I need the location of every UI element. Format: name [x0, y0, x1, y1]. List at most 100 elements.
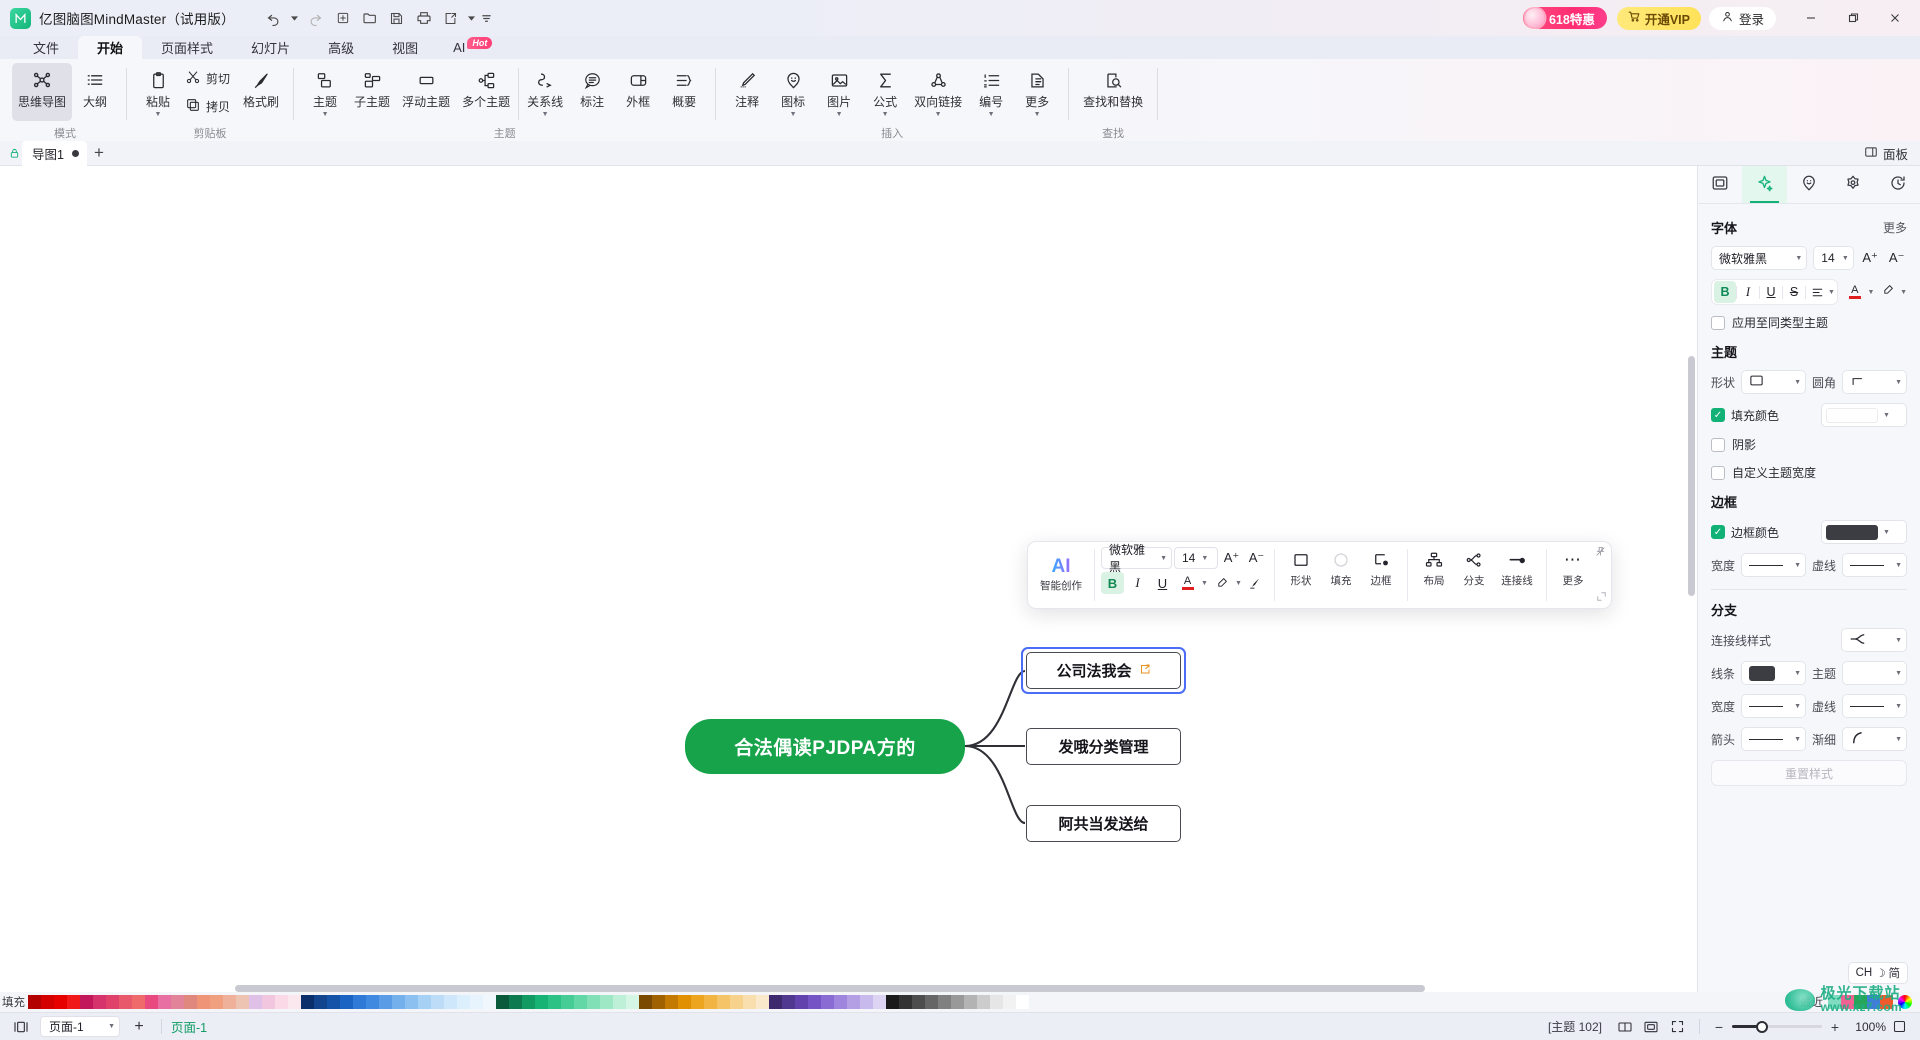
palette-swatch[interactable] [379, 995, 392, 1009]
ribbon-button-bidirectional-link[interactable]: 双向链接 ▼ [908, 63, 968, 121]
palette-swatch[interactable] [249, 995, 262, 1009]
print-icon[interactable] [411, 6, 437, 30]
minimize-button[interactable] [1790, 2, 1832, 34]
palette-swatch[interactable] [1003, 995, 1016, 1009]
color-wheel-icon[interactable] [1898, 995, 1912, 1009]
undo-icon[interactable] [261, 6, 287, 30]
palette-swatch[interactable] [418, 995, 431, 1009]
float-italic-button[interactable]: I [1126, 572, 1149, 594]
float-font-color-button[interactable]: A [1176, 572, 1199, 594]
palette-swatch[interactable] [171, 995, 184, 1009]
float-highlight-button[interactable] [1210, 572, 1233, 594]
palette-swatch[interactable] [535, 995, 548, 1009]
page-select[interactable]: 页面-1 ▼ [40, 1016, 120, 1037]
palette-swatch[interactable] [197, 995, 210, 1009]
palette-swatch[interactable] [704, 995, 717, 1009]
palette-swatch[interactable] [925, 995, 938, 1009]
canvas-horizontal-scroll-thumb[interactable] [235, 985, 1425, 992]
float-fill-button[interactable]: 填充 [1321, 547, 1361, 603]
ribbon-button-boundary[interactable]: 外框 [615, 63, 661, 121]
float-border-button[interactable]: 边框 [1361, 547, 1401, 603]
ribbon-button-numbering[interactable]: 编号 ▼ [968, 63, 1014, 121]
ribbon-button-outline[interactable]: 大纲 [72, 63, 118, 121]
palette-swatch[interactable] [821, 995, 834, 1009]
apply-same-type-row[interactable]: 应用至同类型主题 [1711, 314, 1907, 331]
ribbon-button-copy[interactable]: 拷贝 [181, 93, 237, 119]
chevron-down-icon[interactable]: ▼ [1828, 289, 1835, 296]
numbering-caret-icon[interactable]: ▼ [988, 112, 995, 117]
zoom-in-button[interactable]: + [1829, 1019, 1841, 1035]
ribbon-button-find-replace[interactable]: 查找和替换 [1077, 63, 1149, 121]
canvas-horizontal-scrollbar[interactable] [0, 985, 1697, 992]
zoom-slider-knob[interactable] [1756, 1021, 1768, 1033]
close-button[interactable] [1874, 2, 1916, 34]
palette-swatch[interactable] [938, 995, 951, 1009]
palette-swatch[interactable] [782, 995, 795, 1009]
menu-tab-ai[interactable]: AI Hot [437, 36, 504, 59]
float-bold-button[interactable]: B [1101, 572, 1124, 594]
palette-recent-swatch[interactable] [1880, 995, 1893, 1009]
zoom-out-button[interactable]: − [1713, 1019, 1725, 1035]
customize-toolbar-icon[interactable] [480, 6, 494, 30]
sidebar-tab-page-style[interactable] [1698, 166, 1742, 203]
ai-compose-button[interactable]: AI 智能创作 [1034, 547, 1088, 603]
sidebar-tab-style[interactable] [1742, 166, 1786, 203]
sidebar-tab-history[interactable] [1876, 166, 1920, 203]
float-underline-button[interactable]: U [1151, 572, 1174, 594]
chevron-down-icon[interactable]: ▼ [1201, 580, 1208, 587]
palette-swatch[interactable] [496, 995, 509, 1009]
palette-swatch[interactable] [262, 995, 275, 1009]
export-icon[interactable] [438, 6, 464, 30]
relation-line-caret-icon[interactable]: ▼ [542, 112, 549, 117]
ribbon-button-paste[interactable]: 粘贴 ▼ [135, 63, 181, 121]
palette-swatch[interactable] [184, 995, 197, 1009]
palette-swatch[interactable] [808, 995, 821, 1009]
palette-swatch[interactable] [899, 995, 912, 1009]
palette-swatch[interactable] [301, 995, 314, 1009]
ribbon-button-mindmap[interactable]: 思维导图 [12, 63, 72, 121]
zoom-reset-icon[interactable] [1886, 1016, 1912, 1038]
palette-swatch[interactable] [275, 995, 288, 1009]
palette-recent-swatches[interactable] [1828, 995, 1893, 1009]
palette-swatch[interactable] [678, 995, 691, 1009]
sidebar-font-family-select[interactable]: 微软雅黑 ▼ [1711, 246, 1807, 270]
add-document-tab-button[interactable]: + [87, 141, 111, 165]
palette-swatch[interactable] [977, 995, 990, 1009]
branch-line-color-select[interactable]: ▼ [1741, 661, 1806, 685]
palette-swatch[interactable] [314, 995, 327, 1009]
export-dropdown-icon[interactable] [465, 6, 479, 30]
palette-swatch[interactable] [210, 995, 223, 1009]
image-caret-icon[interactable]: ▼ [836, 112, 843, 117]
palette-swatch[interactable] [639, 995, 652, 1009]
sidebar-decrease-font-button[interactable]: A⁻ [1886, 246, 1907, 270]
float-increase-font-button[interactable]: A⁺ [1220, 547, 1243, 569]
ribbon-button-cut[interactable]: 剪切 [181, 65, 237, 91]
palette-swatch[interactable] [873, 995, 886, 1009]
palette-swatch[interactable] [145, 995, 158, 1009]
menu-tab-view[interactable]: 视图 [373, 36, 437, 59]
palette-swatch[interactable] [795, 995, 808, 1009]
ribbon-button-sticker[interactable]: 图标 ▼ [770, 63, 816, 121]
note-icon[interactable] [1139, 663, 1151, 678]
panel-toggle-button[interactable]: 面板 [1852, 144, 1920, 163]
ribbon-button-more-insert[interactable]: 更多 ▼ [1014, 63, 1060, 121]
current-page-chip[interactable]: 页面-1 [171, 1017, 207, 1036]
palette-swatch[interactable] [470, 995, 483, 1009]
palette-recent-swatch[interactable] [1841, 995, 1854, 1009]
palette-recent-swatch[interactable] [1854, 995, 1867, 1009]
fit-page-icon[interactable] [1638, 1016, 1664, 1038]
sidebar-tab-sticker[interactable] [1787, 166, 1831, 203]
border-dash-select[interactable]: ▼ [1842, 553, 1907, 577]
palette-swatch[interactable] [665, 995, 678, 1009]
palette-swatch[interactable] [730, 995, 743, 1009]
palette-swatch[interactable] [587, 995, 600, 1009]
palette-swatch[interactable] [756, 995, 769, 1009]
border-color-select[interactable]: ▼ [1821, 520, 1907, 544]
palette-swatch[interactable] [119, 995, 132, 1009]
branch-topic-select[interactable]: ▼ [1842, 661, 1907, 685]
document-tab[interactable]: 导图1 [22, 141, 87, 166]
palette-swatch[interactable] [41, 995, 54, 1009]
presenter-icon[interactable] [8, 1016, 34, 1038]
shape-select[interactable]: ▼ [1741, 370, 1806, 394]
palette-recent-swatch[interactable] [1828, 995, 1841, 1009]
